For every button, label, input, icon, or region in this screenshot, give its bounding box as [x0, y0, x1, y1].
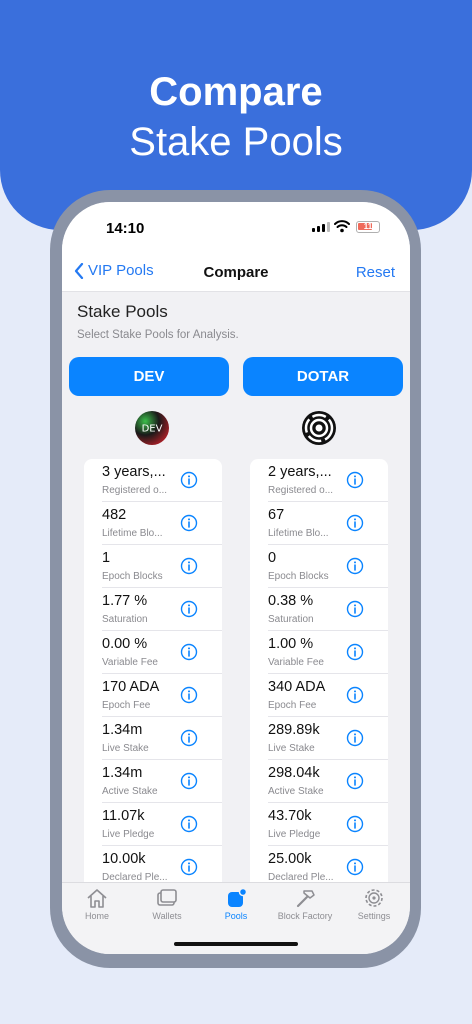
section-title: Stake Pools: [77, 302, 168, 321]
info-icon[interactable]: [346, 557, 364, 575]
stat-label: Live Pledge: [268, 829, 321, 840]
info-icon[interactable]: [180, 729, 198, 747]
pool-select-button-right[interactable]: DOTAR: [243, 357, 403, 396]
gear-icon: [365, 889, 383, 907]
info-icon[interactable]: [346, 686, 364, 704]
stat-row: 11.07k Live Pledge: [84, 803, 222, 846]
reset-button[interactable]: Reset: [356, 264, 395, 281]
pool-select-button-left[interactable]: DEV: [69, 357, 229, 396]
stat-row: 1 Epoch Blocks: [84, 545, 222, 588]
info-icon[interactable]: [180, 514, 198, 532]
stat-row: 340 ADA Epoch Fee: [250, 674, 388, 717]
stat-row: 3 years,... Registered o...: [84, 459, 222, 502]
hero-title-line2: Stake Pools: [129, 120, 343, 164]
home-indicator: [174, 942, 298, 946]
tab-settings-label: Settings: [357, 911, 391, 921]
pool-logo-right: [302, 411, 336, 445]
info-icon[interactable]: [346, 858, 364, 876]
stat-row: 1.00 % Variable Fee: [250, 631, 388, 674]
info-icon[interactable]: [180, 815, 198, 833]
stat-label: Registered o...: [102, 485, 168, 496]
stat-row: 289.89k Live Stake: [250, 717, 388, 760]
info-icon[interactable]: [346, 772, 364, 790]
info-icon[interactable]: [180, 471, 198, 489]
wallet-icon: [157, 889, 177, 906]
svg-text:DEV: DEV: [142, 424, 163, 435]
tab-wallets-label: Wallets: [152, 911, 182, 921]
tab-home[interactable]: Home: [62, 887, 132, 921]
stat-label: Active Stake: [268, 786, 324, 797]
tab-pools-label: Pools: [224, 911, 248, 921]
hero-title-line1: Compare: [149, 70, 323, 114]
stat-label: Epoch Fee: [102, 700, 151, 711]
tab-settings[interactable]: Settings: [339, 887, 409, 921]
stat-row: 1.34m Active Stake: [84, 760, 222, 803]
info-icon[interactable]: [180, 772, 198, 790]
pools-icon: [228, 887, 248, 907]
pool-logo-left: DEV: [135, 411, 169, 445]
info-icon[interactable]: [346, 471, 364, 489]
tab-block-factory-label: Block Factory: [277, 911, 333, 921]
stat-row: 170 ADA Epoch Fee: [84, 674, 222, 717]
stat-label: Epoch Blocks: [268, 571, 329, 582]
info-icon[interactable]: [180, 686, 198, 704]
stat-row: 1.34m Live Stake: [84, 717, 222, 760]
battery-icon: 11: [356, 221, 380, 233]
stat-label: Saturation: [268, 614, 314, 625]
stat-label: Lifetime Blo...: [102, 528, 163, 539]
info-icon[interactable]: [346, 514, 364, 532]
tab-wallets[interactable]: Wallets: [132, 887, 202, 921]
info-icon[interactable]: [180, 600, 198, 618]
stat-row: 0 Epoch Blocks: [250, 545, 388, 588]
section-subtitle: Select Stake Pools for Analysis.: [77, 329, 239, 341]
house-icon: [87, 889, 107, 908]
stat-row: 298.04k Active Stake: [250, 760, 388, 803]
stat-label: Lifetime Blo...: [268, 528, 329, 539]
stat-label: Live Pledge: [102, 829, 155, 840]
stat-label: Epoch Blocks: [102, 571, 163, 582]
tab-pools[interactable]: Pools: [201, 887, 271, 921]
stat-row: 0.38 % Saturation: [250, 588, 388, 631]
signal-icon: [312, 222, 330, 232]
stat-row: 2 years,... Registered o...: [250, 459, 388, 502]
stat-row: 0.00 % Variable Fee: [84, 631, 222, 674]
stat-label: Epoch Fee: [268, 700, 317, 711]
phone-screen: 14:10 11 VIP Pools Compare Reset Stake P…: [62, 202, 410, 954]
info-icon[interactable]: [180, 557, 198, 575]
stat-row: 43.70k Live Pledge: [250, 803, 388, 846]
stat-label: Live Stake: [268, 743, 315, 754]
battery-level: 11: [363, 222, 373, 231]
pool-stats-card-right: 2 years,... Registered o... 67 Lifetime Blo…: [250, 459, 388, 889]
wifi-icon: [334, 220, 350, 233]
info-icon[interactable]: [180, 858, 198, 876]
stat-row: 1.77 % Saturation: [84, 588, 222, 631]
stat-label: Live Stake: [102, 743, 149, 754]
status-time: 14:10: [106, 220, 145, 237]
stat-label: Registered o...: [268, 485, 334, 496]
navigation-bar: VIP Pools Compare Reset: [62, 252, 410, 292]
tab-home-label: Home: [84, 911, 109, 921]
info-icon[interactable]: [346, 815, 364, 833]
info-icon[interactable]: [346, 600, 364, 618]
stat-label: Variable Fee: [268, 657, 324, 668]
hammer-icon: [296, 890, 315, 908]
pool-stats-card-left: 3 years,... Registered o... 482 Lifetime Bl…: [84, 459, 222, 889]
stat-label: Variable Fee: [102, 657, 158, 668]
stat-label: Saturation: [102, 614, 148, 625]
status-bar: 14:10 11: [62, 202, 410, 252]
info-icon[interactable]: [180, 643, 198, 661]
info-icon[interactable]: [346, 729, 364, 747]
stat-row: 67 Lifetime Blo...: [250, 502, 388, 545]
stat-label: Active Stake: [102, 786, 158, 797]
stat-row: 482 Lifetime Blo...: [84, 502, 222, 545]
tab-block-factory[interactable]: Block Factory: [270, 887, 340, 921]
info-icon[interactable]: [346, 643, 364, 661]
